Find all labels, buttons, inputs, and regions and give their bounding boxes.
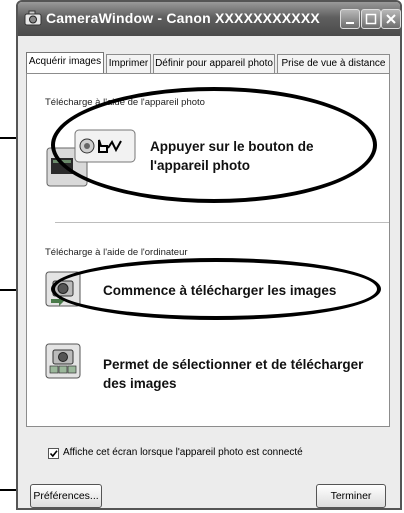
start-download-label: Commence à télécharger les images	[103, 283, 337, 298]
checkmark-icon	[49, 450, 58, 458]
close-button[interactable]	[381, 9, 401, 29]
camera-button-option-line2: l'appareil photo	[150, 158, 250, 173]
camerawindow-app-icon	[24, 10, 42, 26]
show-on-connect-checkbox[interactable]	[48, 448, 59, 459]
window-title: CameraWindow - Canon XXXXXXXXXXX	[46, 10, 320, 26]
camera-button-icon	[46, 129, 136, 187]
tab-prise-de-vue-a-distance[interactable]: Prise de vue à distance	[277, 54, 390, 73]
tab-definir-appareil-photo[interactable]: Définir pour appareil photo	[153, 54, 275, 73]
acquire-images-panel: Télécharge à l'aide de l'appareil photo …	[26, 73, 390, 427]
maximize-button[interactable]	[361, 9, 381, 29]
camera-button-option-line1: Appuyer sur le bouton de	[150, 139, 314, 154]
select-download-icon	[45, 343, 81, 379]
maximize-icon	[365, 13, 377, 25]
close-icon	[386, 14, 396, 24]
finish-button[interactable]: Terminer	[316, 484, 386, 508]
select-download-label-line2: des images	[103, 376, 177, 391]
title-bar[interactable]: CameraWindow - Canon XXXXXXXXXXX	[18, 2, 401, 36]
camera-button-option[interactable]: Appuyer sur le bouton de l'appareil phot…	[41, 110, 371, 190]
minimize-icon	[346, 22, 354, 24]
tab-imprimer[interactable]: Imprimer	[106, 54, 151, 73]
select-download-option[interactable]: Permet de sélectionner et de télécharger…	[41, 337, 371, 397]
camerawindow: CameraWindow - Canon XXXXXXXXXXX Acquéri…	[16, 0, 402, 510]
start-download-icon	[45, 271, 81, 307]
section-heading-computer: Télécharge à l'aide de l'ordinateur	[45, 247, 188, 258]
select-download-label-line1: Permet de sélectionner et de télécharger	[103, 357, 364, 372]
preferences-button[interactable]: Préférences...	[30, 484, 102, 508]
minimize-button[interactable]	[340, 9, 360, 29]
section-heading-camera: Télécharge à l'aide de l'appareil photo	[45, 97, 205, 108]
show-on-connect-label: Affiche cet écran lorsque l'appareil pho…	[63, 447, 303, 458]
tab-acquerir-images[interactable]: Acquérir images	[26, 52, 104, 73]
section-divider	[55, 222, 389, 223]
start-download-option[interactable]: Commence à télécharger les images	[41, 267, 371, 313]
